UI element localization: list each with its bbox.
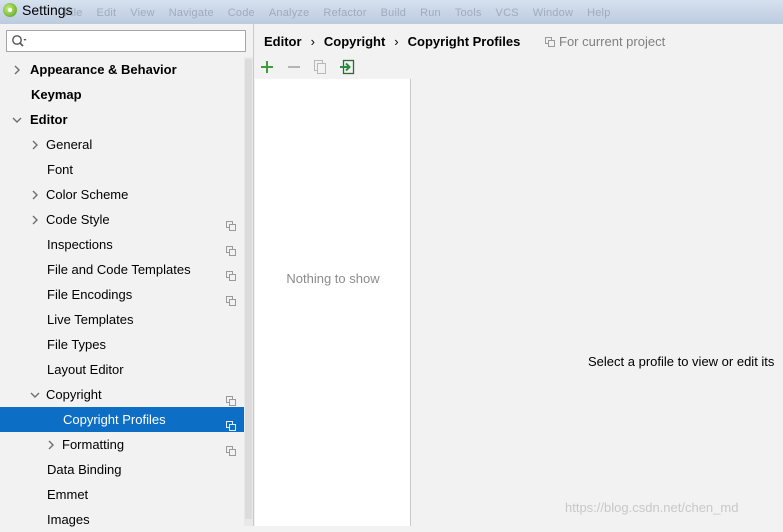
tree-item-copyright-profiles[interactable]: Copyright Profiles [0, 407, 253, 432]
chevron-right-icon[interactable] [45, 432, 57, 457]
tree-item-formatting[interactable]: Formatting [0, 432, 254, 457]
tree-item-label: Copyright [46, 387, 102, 402]
tree-item-appearance-behavior[interactable]: Appearance & Behavior [0, 57, 254, 82]
chevron-right-icon[interactable] [29, 182, 41, 207]
project-scope-icon [226, 414, 236, 431]
project-scope-icon [226, 439, 236, 456]
settings-sidebar: Appearance & Behavior Keymap Editor General… [0, 24, 254, 527]
tree-item-label: General [46, 137, 93, 152]
tree-item-label: Formatting [62, 437, 125, 452]
tree-item-label: Code Style [46, 212, 110, 227]
background-menu-item: Tools [454, 7, 482, 19]
tree-item-label: Inspections [47, 237, 113, 252]
tree-item-label: Keymap [31, 87, 82, 102]
background-menu-item: Build [380, 7, 407, 19]
for-current-project-label: For current project [545, 33, 665, 51]
background-menu-item: Analyze [268, 7, 310, 19]
tree-item-color-scheme[interactable]: Color Scheme [0, 182, 254, 207]
background-menu-item: Window [532, 7, 574, 19]
import-icon[interactable] [338, 58, 356, 76]
tree-item-copyright[interactable]: Copyright [0, 382, 254, 407]
tree-item-label: Data Binding [47, 462, 122, 477]
tree-item-label: File and Code Templates [47, 262, 191, 277]
tree-item-inspections[interactable]: Inspections [0, 232, 254, 257]
tree-item-code-style[interactable]: Code Style [0, 207, 254, 232]
tree-item-live-templates[interactable]: Live Templates [0, 307, 254, 332]
tree-item-images[interactable]: Images [0, 507, 254, 532]
title-bar: Settings File Edit View Navigate Code Analyze… [0, 0, 783, 24]
breadcrumb-item: Copyright [323, 34, 386, 49]
chevron-right-icon[interactable] [11, 57, 23, 82]
select-profile-message: Select a profile to view or edit its [588, 354, 775, 369]
tree-item-label: Editor [30, 112, 68, 127]
background-menu-item: File [64, 7, 83, 19]
chevron-right-icon[interactable] [29, 207, 41, 232]
background-menu-item: Navigate [168, 7, 214, 19]
tree-item-label: Copyright Profiles [63, 412, 166, 427]
breadcrumb-item: Copyright Profiles [407, 34, 521, 49]
remove-icon[interactable] [285, 58, 303, 76]
background-menu-item: Help [587, 7, 611, 19]
project-scope-icon [226, 389, 236, 406]
tree-item-label: File Encodings [47, 287, 133, 302]
background-menu-item: Edit [96, 7, 117, 19]
tree-item-label: File Types [47, 337, 107, 352]
copyright-profiles-list[interactable]: Nothing to show [255, 55, 411, 526]
tree-item-file-and-code-templates[interactable]: File and Code Templates [0, 257, 254, 282]
breadcrumb-separator: › [310, 34, 315, 49]
tree-item-label: Color Scheme [46, 187, 129, 202]
tree-item-label: Images [47, 512, 90, 527]
tree-item-label: Font [47, 162, 74, 177]
watermark: https://blog.csdn.net/chen_md [565, 500, 739, 515]
copy-icon[interactable] [311, 58, 329, 76]
tree-item-font[interactable]: Font [0, 157, 254, 182]
tree-item-label: Live Templates [47, 312, 134, 327]
for-current-project-text: For current project [559, 34, 666, 49]
background-menu-item: View [130, 7, 155, 19]
background-menu-bar: File Edit View Navigate Code Analyze Refactor B… [64, 7, 625, 19]
background-menu-item: Code [227, 7, 255, 19]
tree-item-editor[interactable]: Editor [0, 107, 254, 132]
tree-item-data-binding[interactable]: Data Binding [0, 457, 254, 482]
background-menu-item: Refactor [323, 7, 367, 19]
scrollbar-thumb[interactable] [245, 59, 252, 519]
tree-item-label: Appearance & Behavior [30, 62, 177, 77]
breadcrumb: Editor › Copyright › Copyright Profiles [264, 33, 520, 51]
tree-item-general[interactable]: General [0, 132, 254, 157]
project-scope-icon [226, 214, 236, 231]
tree-item-file-encodings[interactable]: File Encodings [0, 282, 254, 307]
sidebar-scrollbar[interactable] [244, 57, 253, 526]
chevron-down-icon[interactable] [11, 107, 23, 132]
empty-list-text: Nothing to show [286, 271, 380, 286]
profiles-toolbar [255, 55, 411, 79]
chevron-down-icon[interactable] [29, 382, 41, 407]
search-icon[interactable] [11, 34, 27, 48]
breadcrumb-separator: › [394, 34, 399, 49]
android-studio-app-icon [3, 3, 17, 17]
search-input[interactable] [37, 32, 241, 50]
project-scope-icon [226, 239, 236, 256]
breadcrumb-item: Editor [264, 34, 302, 49]
tree-item-emmet[interactable]: Emmet [0, 482, 254, 507]
project-scope-icon [545, 37, 555, 47]
settings-search-box[interactable] [6, 30, 246, 52]
tree-item-layout-editor[interactable]: Layout Editor [0, 357, 254, 382]
tree-item-keymap[interactable]: Keymap [0, 82, 254, 107]
tree-item-file-types[interactable]: File Types [0, 332, 254, 357]
project-scope-icon [226, 289, 236, 306]
chevron-right-icon[interactable] [29, 132, 41, 157]
add-icon[interactable] [258, 58, 276, 76]
tree-item-label: Emmet [47, 487, 89, 502]
project-scope-icon [226, 264, 236, 281]
profile-detail-panel: Select a profile to view or edit its [412, 55, 783, 526]
tree-item-label: Layout Editor [47, 362, 124, 377]
background-menu-item: Run [420, 7, 441, 19]
background-menu-item: VCS [495, 7, 519, 19]
